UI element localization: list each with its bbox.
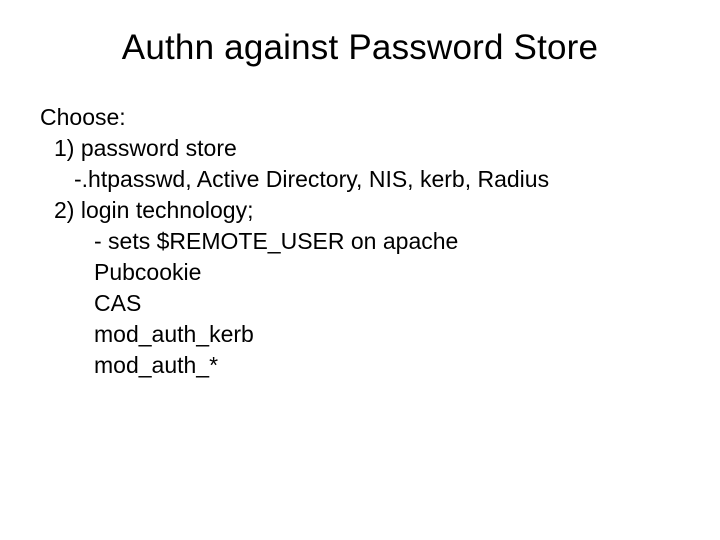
body-line: mod_auth_*	[40, 350, 680, 381]
slide: Authn against Password Store Choose: 1) …	[0, 0, 720, 540]
body-line: 2) login technology;	[40, 195, 680, 226]
body-line: CAS	[40, 288, 680, 319]
body-line: Pubcookie	[40, 257, 680, 288]
body-line: -.htpasswd, Active Directory, NIS, kerb,…	[40, 164, 680, 195]
body-line: mod_auth_kerb	[40, 319, 680, 350]
body-line: 1) password store	[40, 133, 680, 164]
slide-title: Authn against Password Store	[40, 28, 680, 68]
body-line: - sets $REMOTE_USER on apache	[40, 226, 680, 257]
slide-body: Choose: 1) password store -.htpasswd, Ac…	[40, 102, 680, 381]
body-line: Choose:	[40, 102, 680, 133]
